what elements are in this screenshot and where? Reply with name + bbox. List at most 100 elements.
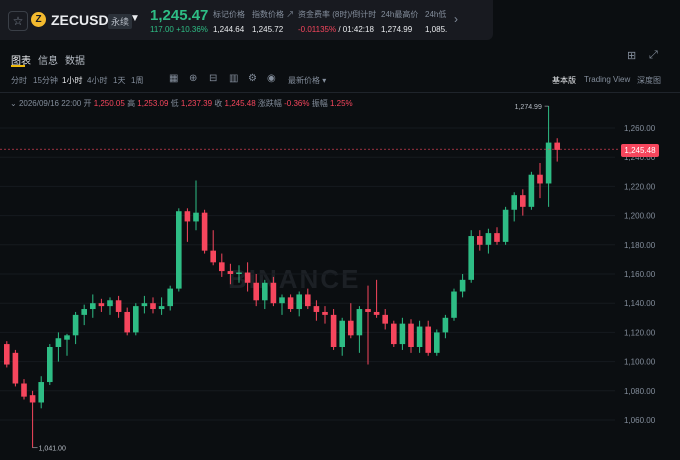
candle-body: [227, 271, 234, 274]
candle-body: [528, 174, 535, 207]
crosshair-icon[interactable]: ⊕: [189, 73, 197, 84]
candle-body: [502, 209, 509, 242]
chart-toolbar: 分时 15分钟 1小时 4小时 1天 1周 ▦ ⊕ ⊟ ▥ ⚙ ◉ 最新价格 ▾…: [0, 72, 680, 88]
candle-body: [545, 142, 552, 184]
funding-countdown: / 01:42:18: [336, 25, 374, 34]
candle-body: [348, 320, 354, 336]
candle-body: [451, 291, 457, 318]
stat-label: 资金费率 (8时)/倒计时: [298, 10, 377, 19]
tab-info[interactable]: 信息: [38, 52, 58, 67]
candle-body: [468, 236, 474, 280]
candle-body: [107, 300, 113, 307]
candle-body: [330, 314, 337, 347]
stat-label: 24h低: [425, 10, 447, 19]
stat-label: 24h最高价: [381, 10, 419, 19]
candle-body: [115, 300, 122, 312]
candle-body: [434, 332, 440, 353]
y-tick-label: 1,200.00: [624, 212, 656, 221]
candle-body: [253, 282, 259, 301]
y-tick-label: 1,160.00: [624, 270, 656, 279]
candle-body: [55, 338, 62, 347]
star-icon[interactable]: ☆: [8, 11, 28, 31]
interval-1h[interactable]: 1小时: [62, 75, 82, 86]
calendar-icon[interactable]: ▦: [169, 73, 178, 84]
price-type-selector[interactable]: 最新价格 ▾: [288, 75, 326, 86]
candle-body: [485, 233, 492, 245]
candle-body: [554, 142, 560, 150]
candle-body: [29, 395, 36, 403]
stat-index-price[interactable]: 指数价格 ↗ 1,245.72: [252, 9, 294, 34]
price-type-label: 最新价格: [288, 76, 320, 85]
ticker-header: ☆ Z ZECUSDT 永续 ▼ 1,245.47 117.00 +10.36%…: [0, 0, 493, 40]
candle-body: [399, 323, 406, 345]
view-tradingview[interactable]: Trading View: [584, 75, 630, 84]
interval-1w[interactable]: 1周: [131, 75, 143, 86]
candle-body: [459, 279, 466, 292]
candle-body: [537, 174, 543, 184]
candle-body: [520, 195, 526, 207]
candle-body: [477, 236, 483, 245]
candle-body: [81, 309, 87, 315]
candle-body: [4, 344, 10, 365]
candle-body: [287, 297, 294, 310]
candle-body: [511, 195, 517, 210]
interval-4h[interactable]: 4小时: [87, 75, 107, 86]
settings-icon[interactable]: ⚙: [248, 73, 257, 84]
candle-body: [425, 326, 431, 353]
view-depth[interactable]: 深度图: [637, 75, 661, 86]
chevron-right-icon[interactable]: ›: [454, 12, 458, 26]
candle-body: [12, 352, 19, 384]
candle-body: [408, 323, 414, 347]
candle-body: [90, 303, 96, 310]
expand-icon[interactable]: ⤢: [649, 49, 658, 62]
candle-body: [21, 383, 27, 397]
funding-rate-value: -0.01135%: [298, 25, 337, 34]
candle-body: [210, 250, 216, 263]
candle-body: [305, 294, 311, 307]
candle-body: [141, 303, 148, 307]
chevron-down-icon[interactable]: ▼: [130, 13, 140, 24]
perpetual-badge: 永续: [108, 14, 133, 29]
stat-funding-rate[interactable]: 资金费率 (8时)/倒计时 -0.01135% / 01:42:18: [298, 9, 376, 34]
candle-body: [339, 320, 345, 347]
tab-data[interactable]: 数据: [65, 52, 85, 67]
candle-body: [270, 282, 277, 304]
candle-body: [356, 309, 363, 336]
candle-body: [219, 262, 225, 272]
candle-body: [236, 272, 242, 274]
candle-body: [167, 288, 173, 307]
y-tick-label: 1,120.00: [624, 328, 656, 337]
interval-15m[interactable]: 15分钟: [33, 75, 58, 86]
candle-body: [244, 272, 251, 283]
candle-body: [193, 212, 199, 222]
stat-24h-low: 24h低 1,085...: [425, 9, 447, 34]
y-tick-label: 1,140.00: [624, 299, 656, 308]
interval-timeline[interactable]: 分时: [11, 75, 27, 86]
y-tick-label: 1,080.00: [624, 387, 656, 396]
stat-label: 标记价格: [213, 10, 245, 19]
indicator-icon[interactable]: ⊟: [209, 73, 217, 84]
candle-body: [416, 326, 423, 347]
low-annotation: 1,041.00: [39, 446, 66, 453]
candle-type-icon[interactable]: ▥: [229, 73, 238, 84]
candle-body: [133, 306, 139, 333]
candle-body: [365, 309, 371, 312]
last-price-tag: 1,245.48: [621, 144, 659, 157]
stat-value: 1,245.72: [252, 25, 284, 34]
screenshot-icon[interactable]: ◉: [267, 73, 276, 84]
candle-body: [64, 335, 70, 340]
stat-value: -0.01135% / 01:42:18: [298, 25, 376, 34]
candle-body: [72, 314, 79, 336]
candle-body: [494, 233, 500, 242]
layout-grid-icon[interactable]: ⊞: [627, 49, 636, 62]
stat-label: 指数价格 ↗: [252, 10, 295, 19]
candle-body: [279, 297, 285, 304]
y-tick-label: 1,260.00: [624, 124, 656, 133]
interval-1d[interactable]: 1天: [113, 75, 125, 86]
candle-body: [262, 282, 268, 301]
candle-body: [322, 311, 328, 315]
view-basic[interactable]: 基本版: [552, 75, 576, 86]
candle-body: [201, 212, 208, 251]
candle-body: [150, 303, 156, 310]
candlestick-chart[interactable]: 1,260.001,240.001,220.001,200.001,180.00…: [0, 93, 680, 460]
